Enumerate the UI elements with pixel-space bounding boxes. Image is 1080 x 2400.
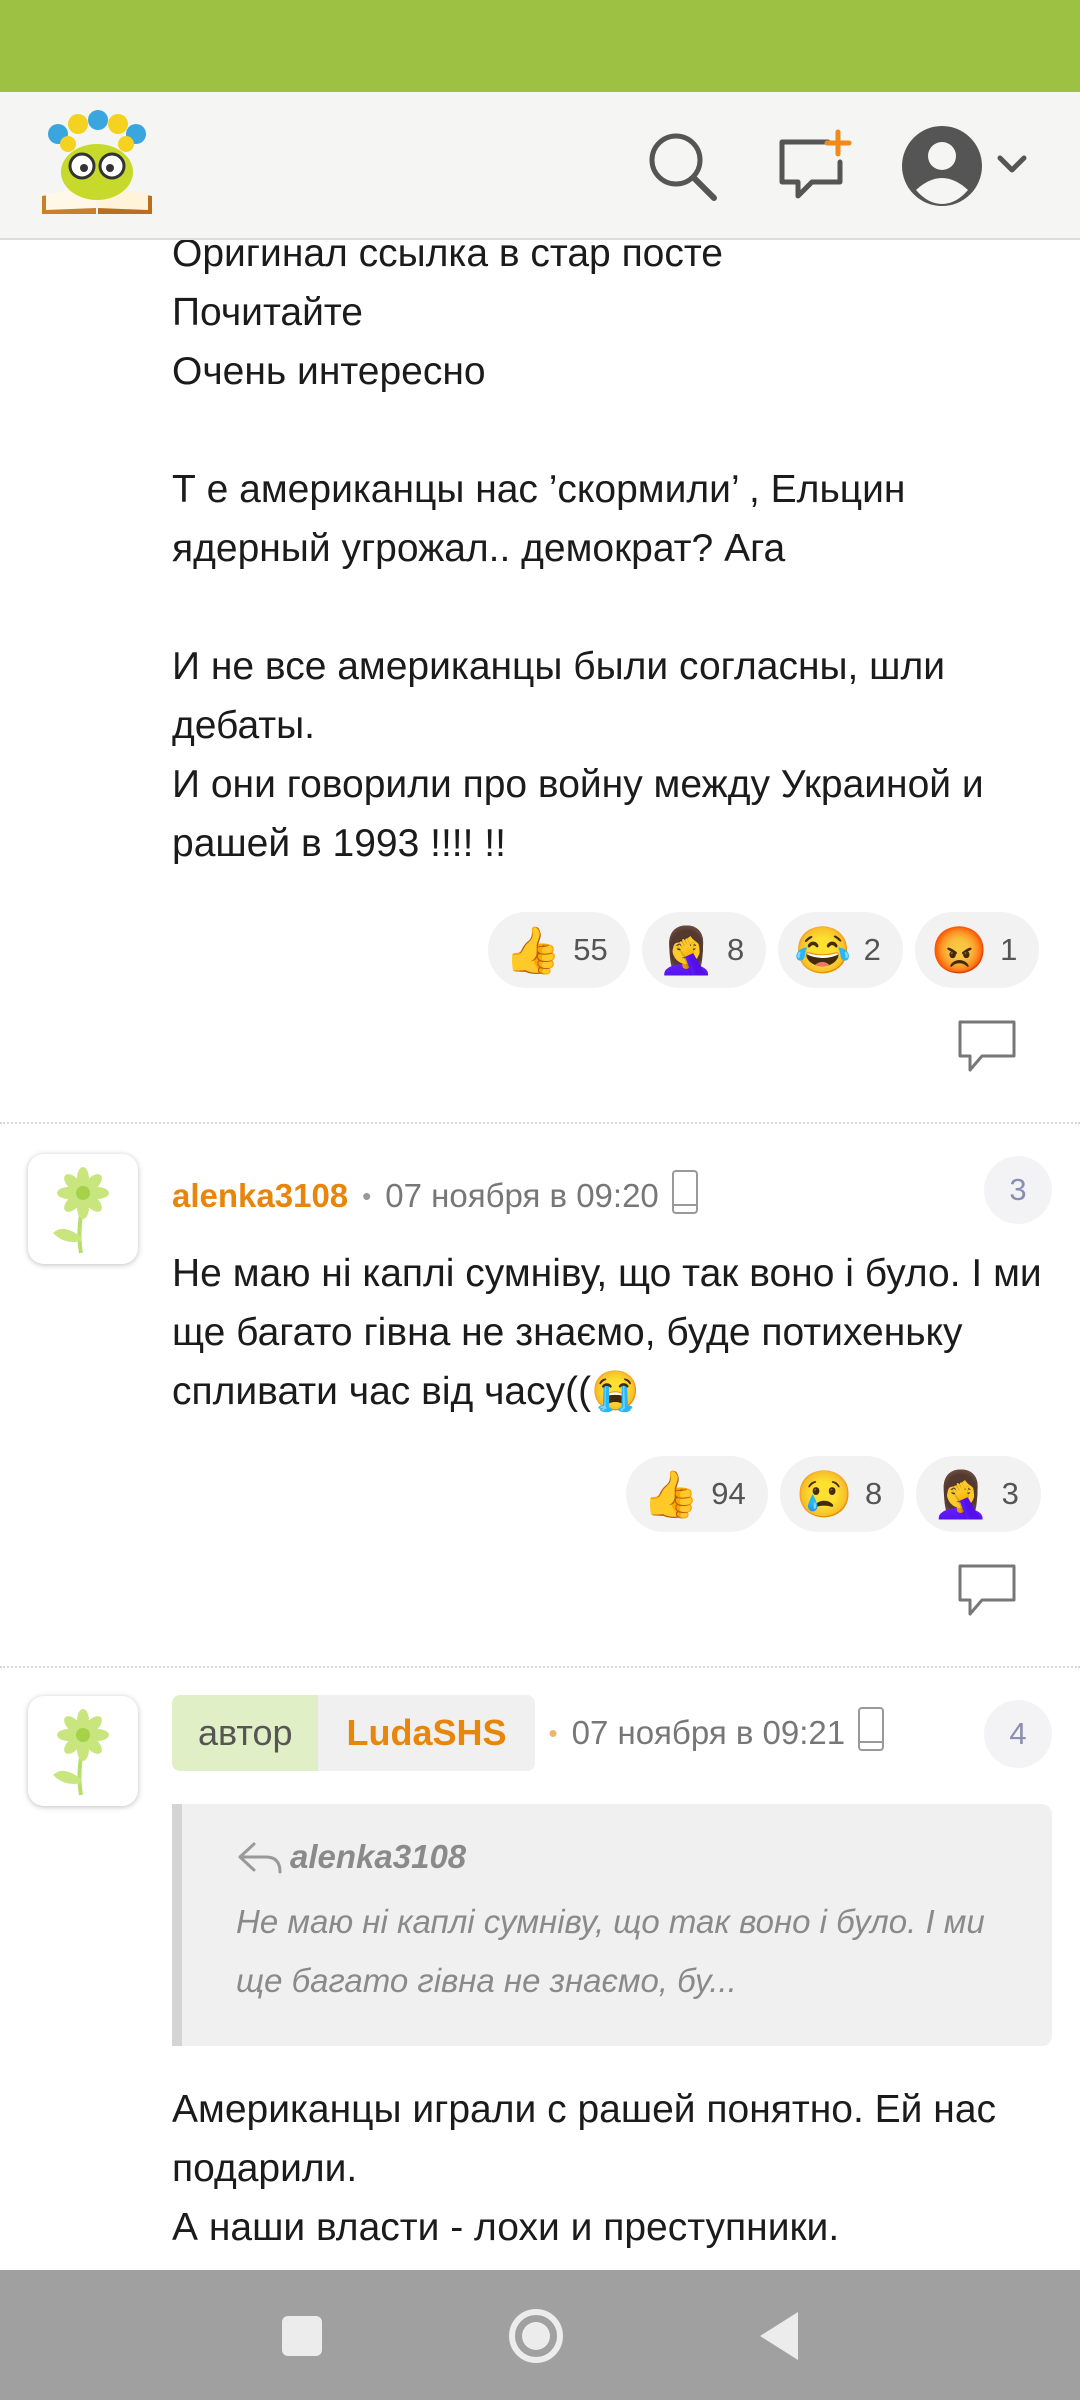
comment-reactions: 👍 94 😢 8 🤦‍♀️ 3 (626, 1456, 1041, 1532)
thumbs-up-icon: 👍 (504, 924, 562, 976)
quote-header: alenka3108 (236, 1838, 466, 1876)
reaction-count: 1 (1000, 932, 1018, 967)
reaction-laugh[interactable]: 😂 2 (778, 912, 903, 988)
username-link[interactable]: alenka3108 (172, 1177, 348, 1215)
mobile-phone-icon (857, 1706, 885, 1760)
triangle-back-icon (760, 2312, 798, 2360)
app-header (0, 92, 1080, 240)
reaction-count: 8 (865, 1476, 883, 1511)
flower-icon (53, 1709, 109, 1796)
comment-meta: alenka3108 • 07 ноября в 09:20 (172, 1166, 699, 1226)
flower-icon (53, 1167, 109, 1254)
square-icon (282, 2316, 322, 2356)
comment-number[interactable]: 3 (984, 1156, 1052, 1224)
system-nav-bar (0, 2270, 1080, 2400)
comments-feed: Оригинал ссылка в стар посте Почитайте О… (0, 240, 1080, 2270)
facepalm-icon: 🤦‍♀️ (932, 1468, 990, 1520)
back-button[interactable] (746, 2300, 818, 2377)
recent-apps-button[interactable] (266, 2300, 338, 2377)
reply-button[interactable] (956, 1018, 1018, 1079)
username-link[interactable]: LudaSHS (318, 1695, 535, 1771)
reaction-count: 8 (727, 932, 745, 967)
search-icon[interactable] (644, 128, 720, 209)
site-logo[interactable] (34, 110, 160, 220)
separator-dot: • (548, 1717, 558, 1748)
reaction-like[interactable]: 👍 55 (488, 912, 630, 988)
circle-icon (509, 2309, 563, 2363)
avatar[interactable] (28, 1154, 138, 1264)
post-body-text: Оригинал ссылка в стар посте Почитайте О… (172, 240, 984, 865)
profile-menu[interactable] (896, 120, 1056, 212)
reaction-count: 3 (1001, 1476, 1019, 1511)
quote-text: Не маю ні каплі сумніву, що так воно і б… (236, 1903, 985, 1999)
author-badge: автор LudaSHS (172, 1695, 535, 1771)
comment-number[interactable]: 4 (984, 1700, 1052, 1768)
reaction-count: 55 (573, 932, 608, 967)
separator-dot: • (362, 1180, 372, 1211)
comment-text: Американцы играли с рашей понятно. Ей на… (172, 2088, 997, 2249)
quoted-reply[interactable]: alenka3108 Не маю ні каплі сумніву, що т… (172, 1804, 1052, 2046)
comment-date: 07 ноября в 09:21 (571, 1714, 846, 1751)
crying-icon: 😢 (795, 1468, 854, 1520)
home-button[interactable] (500, 2300, 572, 2377)
reaction-sad[interactable]: 😢 8 (779, 1456, 905, 1532)
avatar[interactable] (28, 1696, 138, 1806)
facepalm-icon: 🤦‍♀️ (657, 924, 716, 976)
comment-text: Не маю ні каплі сумніву, що так воно і б… (172, 1252, 1042, 1413)
new-post-icon[interactable] (776, 128, 856, 209)
comment-icon (958, 1564, 1016, 1616)
comment-icon (958, 1020, 1016, 1072)
comment-date: 07 ноября в 09:20 (385, 1177, 659, 1214)
reaction-angry[interactable]: 😡 1 (914, 912, 1040, 988)
comment-meta: автор LudaSHS • 07 ноября в 09:21 (172, 1694, 885, 1772)
thumbs-up-icon: 👍 (642, 1468, 700, 1520)
mobile-phone-icon (671, 1169, 699, 1223)
quote-author: alenka3108 (290, 1838, 467, 1875)
divider (0, 1666, 1080, 1668)
reaction-count: 94 (711, 1476, 746, 1511)
reaction-facepalm[interactable]: 🤦‍♀️ 3 (916, 1456, 1041, 1532)
angry-icon: 😡 (930, 924, 989, 976)
reply-arrow-icon (238, 1842, 282, 1874)
reaction-like[interactable]: 👍 94 (626, 1456, 768, 1532)
laugh-icon: 😂 (794, 924, 852, 976)
reaction-facepalm[interactable]: 🤦‍♀️ 8 (641, 912, 767, 988)
reply-button[interactable] (956, 1562, 1018, 1623)
author-label: автор (172, 1695, 319, 1771)
post-reactions: 👍 55 🤦‍♀️ 8 😂 2 😡 1 (488, 912, 1040, 988)
status-bar (0, 0, 1080, 92)
reaction-count: 2 (863, 932, 881, 967)
divider (0, 1122, 1080, 1124)
